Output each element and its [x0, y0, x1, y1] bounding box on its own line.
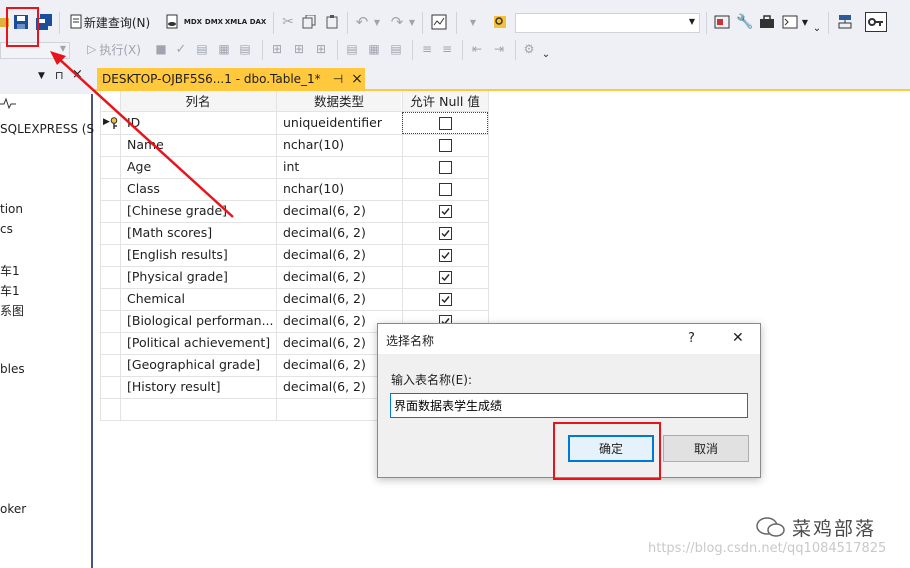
watermark-url: https://blog.csdn.net/qq1084517825 — [648, 541, 887, 556]
watermark-brand: 菜鸡部落 — [792, 518, 877, 540]
annotation-arrow — [50, 51, 234, 218]
wechat-icon — [756, 516, 786, 543]
